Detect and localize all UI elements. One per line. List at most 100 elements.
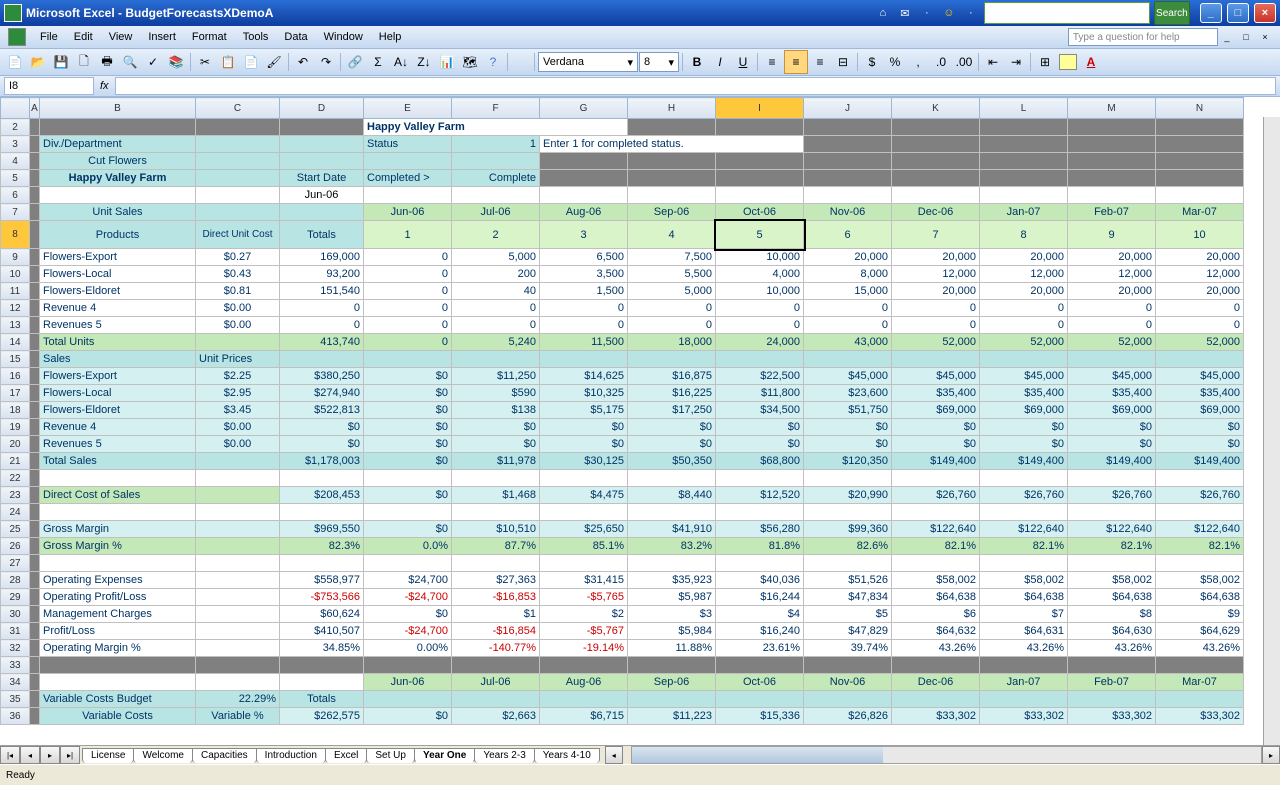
sheet-tab-capacities[interactable]: Capacities: [192, 748, 257, 763]
col-H[interactable]: H: [628, 98, 716, 119]
help-icon[interactable]: ?: [482, 51, 504, 73]
mail-icon[interactable]: ✉: [896, 4, 914, 22]
scroll-right-button[interactable]: ▸: [1262, 746, 1280, 764]
increase-indent-icon[interactable]: ⇥: [1005, 51, 1027, 73]
new-icon[interactable]: 📄: [4, 51, 26, 73]
col-J[interactable]: J: [804, 98, 892, 119]
sheet-tab-year-one[interactable]: Year One: [414, 748, 475, 763]
sheet-tab-excel[interactable]: Excel: [325, 748, 367, 763]
bold-button[interactable]: B: [686, 51, 708, 73]
underline-button[interactable]: U: [732, 51, 754, 73]
menu-file[interactable]: File: [32, 29, 66, 45]
italic-button[interactable]: I: [709, 51, 731, 73]
sheet-tab-years-4-10[interactable]: Years 4-10: [534, 748, 600, 763]
preview-icon[interactable]: 🔍: [119, 51, 141, 73]
spell-icon[interactable]: ✓: [142, 51, 164, 73]
spreadsheet-grid[interactable]: A B C D E F G H I J K L M N 2Happy Valle…: [0, 97, 1280, 745]
sort-asc-icon[interactable]: A↓: [390, 51, 412, 73]
decrease-indent-icon[interactable]: ⇤: [982, 51, 1004, 73]
save-icon[interactable]: 💾: [50, 51, 72, 73]
col-A[interactable]: A: [30, 98, 40, 119]
autosum-icon[interactable]: Σ: [367, 51, 389, 73]
font-size-selector[interactable]: 8▾: [639, 52, 679, 72]
sheet-tab-license[interactable]: License: [82, 748, 134, 763]
fill-color-icon[interactable]: [1057, 51, 1079, 73]
formula-input[interactable]: [115, 77, 1276, 95]
col-B[interactable]: B: [40, 98, 196, 119]
maximize-button[interactable]: □: [1227, 3, 1249, 23]
redo-icon[interactable]: ↷: [315, 51, 337, 73]
search-button[interactable]: Search: [1154, 1, 1190, 25]
col-F[interactable]: F: [452, 98, 540, 119]
col-C[interactable]: C: [196, 98, 280, 119]
comma-icon[interactable]: ,: [907, 51, 929, 73]
menu-insert[interactable]: Insert: [140, 29, 184, 45]
col-L[interactable]: L: [980, 98, 1068, 119]
search-input[interactable]: [984, 2, 1150, 24]
font-selector[interactable]: Verdana▾: [538, 52, 638, 72]
col-D[interactable]: D: [280, 98, 364, 119]
wb-minimize-button[interactable]: _: [1220, 30, 1234, 44]
col-G[interactable]: G: [540, 98, 628, 119]
person-icon[interactable]: ☺: [940, 4, 958, 22]
wb-close-button[interactable]: ×: [1258, 30, 1272, 44]
col-K[interactable]: K: [892, 98, 980, 119]
minimize-button[interactable]: _: [1200, 3, 1222, 23]
small-excel-icon[interactable]: [8, 28, 26, 46]
research-icon[interactable]: 📚: [165, 51, 187, 73]
menu-format[interactable]: Format: [184, 29, 235, 45]
align-right-icon[interactable]: ≡: [809, 51, 831, 73]
drawing-icon[interactable]: 🗺: [459, 51, 481, 73]
copy-icon[interactable]: 📋: [217, 51, 239, 73]
col-M[interactable]: M: [1068, 98, 1156, 119]
col-I[interactable]: I: [716, 98, 804, 119]
font-color-icon[interactable]: A: [1080, 51, 1102, 73]
chart-icon[interactable]: 📊: [436, 51, 458, 73]
borders-icon[interactable]: ⊞: [1034, 51, 1056, 73]
percent-icon[interactable]: %: [884, 51, 906, 73]
vertical-scrollbar[interactable]: [1263, 117, 1280, 745]
home-icon[interactable]: ⌂: [874, 4, 892, 22]
sheet-tab-introduction[interactable]: Introduction: [256, 748, 326, 763]
menu-data[interactable]: Data: [276, 29, 315, 45]
align-left-icon[interactable]: ≡: [761, 51, 783, 73]
close-button[interactable]: ×: [1254, 3, 1276, 23]
menu-window[interactable]: Window: [316, 29, 371, 45]
fx-icon[interactable]: fx: [100, 80, 109, 92]
tab-first-button[interactable]: |◂: [0, 746, 20, 764]
tab-last-button[interactable]: ▸|: [60, 746, 80, 764]
wb-restore-button[interactable]: □: [1239, 30, 1253, 44]
column-headers: A B C D E F G H I J K L M N: [1, 98, 1244, 119]
paste-icon[interactable]: 📄: [240, 51, 262, 73]
select-all[interactable]: [1, 98, 30, 119]
col-E[interactable]: E: [364, 98, 452, 119]
format-painter-icon[interactable]: 🖌: [263, 51, 285, 73]
sheet-tab-set-up[interactable]: Set Up: [366, 748, 415, 763]
menu-edit[interactable]: Edit: [66, 29, 101, 45]
align-center-icon[interactable]: ≡: [784, 50, 808, 74]
name-box[interactable]: I8: [4, 77, 94, 95]
sheet-tab-welcome[interactable]: Welcome: [133, 748, 193, 763]
open-icon[interactable]: 📂: [27, 51, 49, 73]
col-N[interactable]: N: [1156, 98, 1244, 119]
menu-help[interactable]: Help: [371, 29, 410, 45]
print-icon[interactable]: 🖶: [96, 51, 118, 73]
cut-icon[interactable]: ✂: [194, 51, 216, 73]
undo-icon[interactable]: ↶: [292, 51, 314, 73]
decrease-decimal-icon[interactable]: .00: [953, 51, 975, 73]
tab-next-button[interactable]: ▸: [40, 746, 60, 764]
merge-icon[interactable]: ⊟: [832, 51, 854, 73]
menu-view[interactable]: View: [101, 29, 141, 45]
msn-toolbar: ⌂ ✉ · ☺ · Search: [874, 1, 1190, 25]
sheet-tab-years-2-3[interactable]: Years 2-3: [474, 748, 534, 763]
scroll-left-button[interactable]: ◂: [605, 746, 623, 764]
sort-desc-icon[interactable]: Z↓: [413, 51, 435, 73]
increase-decimal-icon[interactable]: .0: [930, 51, 952, 73]
currency-icon[interactable]: $: [861, 51, 883, 73]
menu-tools[interactable]: Tools: [235, 29, 277, 45]
horizontal-scrollbar[interactable]: [631, 746, 1262, 764]
help-search-box[interactable]: Type a question for help: [1068, 28, 1218, 46]
tab-prev-button[interactable]: ◂: [20, 746, 40, 764]
permission-icon[interactable]: 🗋: [73, 51, 95, 73]
hyperlink-icon[interactable]: 🔗: [344, 51, 366, 73]
